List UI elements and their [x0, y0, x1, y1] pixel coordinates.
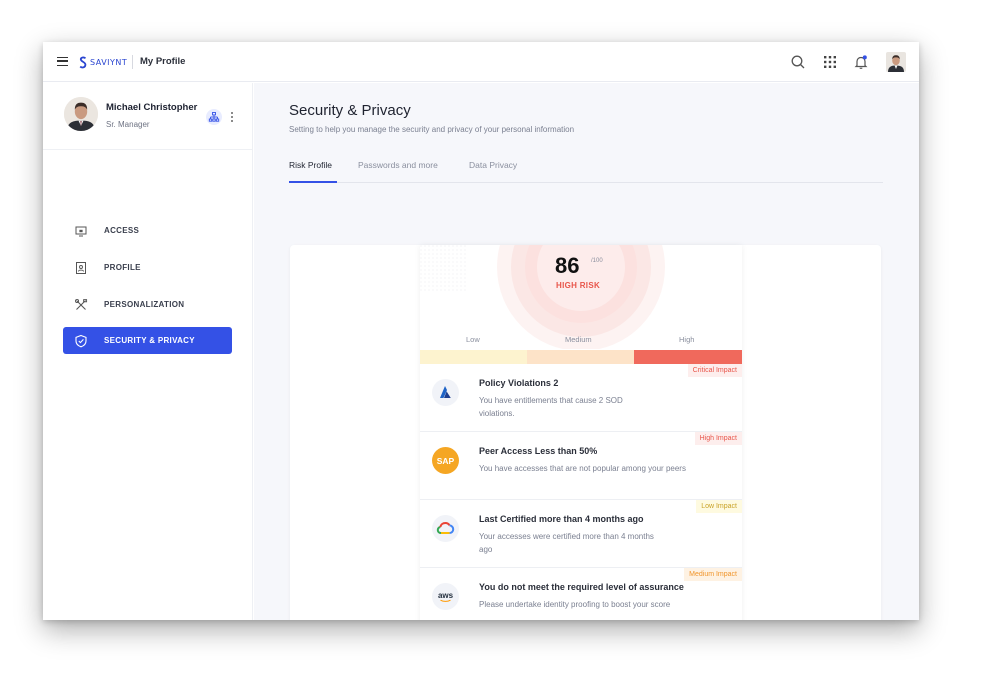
aws-logo-text: aws: [438, 591, 454, 600]
risk-item-title: You do not meet the required level of as…: [479, 582, 684, 592]
main-content: Security & Privacy Setting to help you m…: [254, 83, 919, 620]
page-title: Security & Privacy: [289, 102, 411, 119]
user-role: Sr. Manager: [106, 120, 150, 129]
avatar-photo: [886, 52, 906, 72]
sidebar: Michael Christopher Sr. Manager ACCESS P…: [43, 83, 253, 620]
risk-card: 86 /100 HIGH RISK Low Medium High Policy…: [290, 245, 881, 620]
sidebar-item-security-privacy[interactable]: SECURITY & PRIVACY: [63, 327, 232, 354]
risk-item-title: Peer Access Less than 50%: [479, 446, 598, 456]
risk-item-policy-violations[interactable]: Policy Violations 2 You have entitlement…: [420, 364, 742, 432]
sidebar-item-access[interactable]: ACCESS: [63, 217, 232, 244]
avatar-photo: [64, 97, 98, 131]
impact-badge-critical: Critical Impact: [687, 364, 742, 377]
risk-score: 86: [555, 253, 580, 278]
menu-icon[interactable]: [57, 57, 68, 66]
tab-data-privacy[interactable]: Data Privacy: [469, 160, 517, 170]
scale-label-low: Low: [466, 335, 480, 344]
google-cloud-logo-icon: [432, 515, 459, 542]
app-title: My Profile: [140, 56, 186, 67]
tab-risk-profile[interactable]: Risk Profile: [289, 160, 332, 170]
profile-avatar: [64, 97, 98, 131]
impact-badge-high: High Impact: [694, 432, 742, 445]
impact-badge-low: Low Impact: [696, 500, 742, 513]
risk-item-assurance-level[interactable]: aws You do not meet the required level o…: [420, 568, 742, 620]
impact-badge-medium: Medium Impact: [684, 568, 742, 581]
risk-bar-low: [420, 350, 527, 364]
risk-item-description: You have entitlements that cause 2 SOD v…: [479, 396, 623, 418]
sidebar-item-profile[interactable]: PROFILE: [63, 254, 232, 281]
risk-profile-panel: 86 /100 HIGH RISK Low Medium High Policy…: [420, 245, 742, 620]
sap-logo-text: SAP: [437, 456, 455, 466]
header-divider: [132, 55, 133, 69]
active-tab-indicator: [289, 181, 337, 183]
user-avatar[interactable]: [886, 52, 906, 72]
risk-level-label: HIGH RISK: [556, 281, 601, 290]
risk-item-last-certified[interactable]: Last Certified more than 4 months ago Yo…: [420, 500, 742, 568]
sap-logo-icon: SAP: [432, 447, 459, 474]
sidebar-item-label: PERSONALIZATION: [104, 300, 185, 309]
monitor-icon: [75, 226, 87, 236]
scale-label-high: High: [679, 335, 695, 344]
sidebar-item-personalization[interactable]: PERSONALIZATION: [63, 291, 232, 318]
aws-logo-icon: aws: [432, 583, 459, 610]
risk-bar-medium: [527, 350, 634, 364]
user-card: Michael Christopher Sr. Manager: [43, 83, 253, 150]
azure-logo-icon: [432, 379, 459, 406]
sidebar-item-label: PROFILE: [104, 263, 141, 272]
tools-icon: [74, 298, 88, 310]
shield-icon: [75, 334, 87, 347]
sidebar-item-label: ACCESS: [104, 226, 140, 235]
more-options-icon[interactable]: [230, 111, 234, 123]
user-name: Michael Christopher: [106, 102, 198, 113]
risk-item-description: Your accesses were certified more than 4…: [479, 532, 654, 554]
risk-score-max: /100: [591, 258, 603, 264]
logo-mark-icon: [79, 56, 87, 68]
tab-passwords-and-more[interactable]: Passwords and more: [358, 160, 438, 170]
apps-grid-icon[interactable]: [822, 54, 838, 70]
risk-gauge-glow: [420, 245, 665, 349]
page-subtitle: Setting to help you manage the security …: [289, 125, 575, 134]
risk-item-title: Last Certified more than 4 months ago: [479, 514, 644, 524]
tabs-divider: [289, 182, 883, 183]
org-chart-icon: [208, 112, 220, 122]
top-bar: SAVIYNT My Profile: [43, 42, 919, 82]
risk-item-description: Please undertake identity proofing to bo…: [479, 600, 671, 609]
sidebar-item-label: SECURITY & PRIVACY: [104, 336, 195, 345]
risk-item-peer-access[interactable]: SAP Peer Access Less than 50% You have a…: [420, 432, 742, 500]
org-chart-button[interactable]: [206, 109, 222, 125]
notification-bell-icon[interactable]: [853, 54, 869, 70]
logo-text: SAVIYNT: [90, 57, 128, 67]
scale-label-medium: Medium: [565, 335, 592, 344]
id-card-icon: [76, 261, 86, 274]
saviynt-logo[interactable]: SAVIYNT: [79, 55, 127, 69]
app-window: SAVIYNT My Profile Michael Christopher S…: [43, 42, 919, 620]
risk-item-description: You have accesses that are not popular a…: [479, 464, 686, 473]
risk-item-title: Policy Violations 2: [479, 378, 559, 388]
search-icon[interactable]: [790, 54, 806, 70]
